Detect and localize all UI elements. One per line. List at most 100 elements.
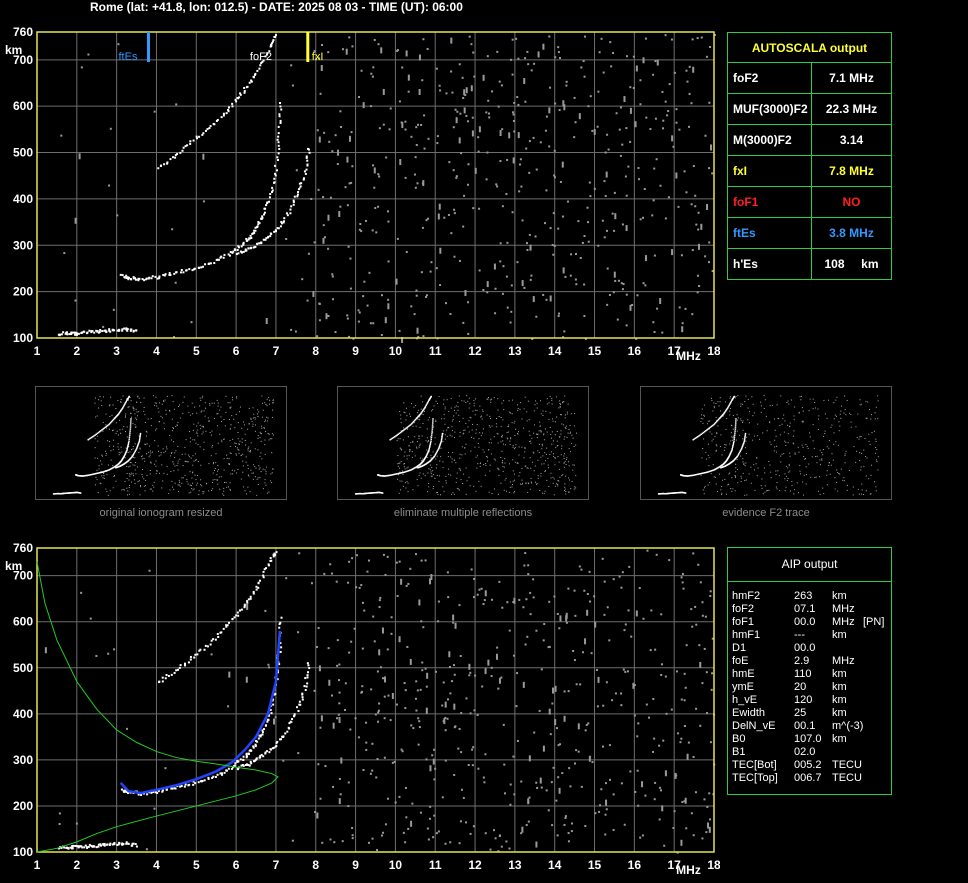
trace-point [296,193,299,196]
noise-dot [702,422,704,424]
noise-dot [390,632,393,635]
noise-dot [831,424,833,426]
noise-dot [813,447,815,449]
noise-dot [201,485,203,487]
trace-point [117,329,120,332]
noise-dot [535,315,538,318]
trace-point [734,430,736,432]
trace-point [262,576,265,579]
noise-dot [446,571,449,574]
noise-dot [562,474,564,476]
noise-dot [709,431,711,433]
noise-dot [547,467,549,469]
noise-dot [341,48,344,51]
noise-dot [564,815,567,818]
noise-dot [432,488,434,490]
noise-dot [426,449,428,451]
trace-point [213,123,216,126]
trace-point [108,328,111,331]
noise-dot [152,451,154,453]
trace-point [163,163,166,166]
noise-dot [699,724,702,727]
noise-dot [711,400,713,402]
trace-point [139,437,141,439]
noise-dot [649,649,652,652]
noise-dot [598,51,601,54]
trace-point [236,611,239,614]
noise-dot [406,407,408,409]
noise-dot [112,429,114,431]
noise-dot [529,278,532,281]
noise-dot [778,475,780,477]
noise-dot [644,794,647,797]
noise-dot [378,127,381,130]
noise-dot [154,440,156,442]
noise-dot [859,452,861,454]
noise-dot [800,399,802,401]
noise-dot [553,176,556,179]
trace-point [245,237,248,240]
noise-dot [230,424,232,426]
noise-dot [266,466,268,468]
noise-dot [430,454,432,456]
noise-dot [719,446,721,448]
noise-dot [531,461,533,463]
noise-dot [149,454,151,456]
trace-point [233,248,236,251]
noise-dot [563,823,566,826]
noise-dot [822,487,824,489]
noise-dot [220,406,222,408]
noise-dot [377,709,380,712]
noise-dot [417,418,419,420]
noise-dot [135,473,137,475]
noise-dot [138,397,140,399]
trace-point [143,279,146,282]
noise-dot [96,415,98,417]
profile-line [119,630,282,795]
noise-dot [466,183,469,186]
noise-dot [110,459,112,461]
noise-dot [742,458,744,460]
trace-point [265,567,268,570]
noise-dot [177,406,179,408]
trace-point [236,248,239,251]
noise-dot [845,450,847,452]
noise-dot [625,324,628,327]
noise-dot [250,469,252,471]
noise-dot [203,449,205,451]
noise-dot [629,86,632,89]
noise-dot [366,304,369,307]
noise-dot [536,407,538,409]
trace-point [276,169,279,172]
noise-dot [535,168,538,171]
noise-dot [763,408,765,410]
noise-dot [460,152,463,155]
noise-dot [172,461,174,463]
noise-dot [157,450,159,452]
noise-dot [197,429,199,431]
trace-point [113,329,116,332]
noise-dot [865,475,867,477]
grid [36,31,715,339]
noise-dot [252,417,254,419]
noise-dot [141,458,143,460]
noise-dot [563,715,566,722]
noise-dot [193,488,195,490]
noise-dot [548,418,550,420]
noise-dot [245,676,248,683]
noise-dot [415,405,417,407]
trace-point [220,255,223,258]
noise-dot [521,219,524,222]
noise-dot [149,450,151,452]
noise-dot [104,450,106,452]
noise-dot [572,464,574,466]
noise-dot [379,596,382,599]
noise-dot [709,590,712,593]
noise-dot [611,212,614,215]
noise-dot [721,454,723,456]
noise-dot [444,406,446,408]
noise-dot [679,741,682,744]
noise-dot [164,767,167,770]
noise-dot [664,675,667,678]
noise-dot [258,468,260,470]
